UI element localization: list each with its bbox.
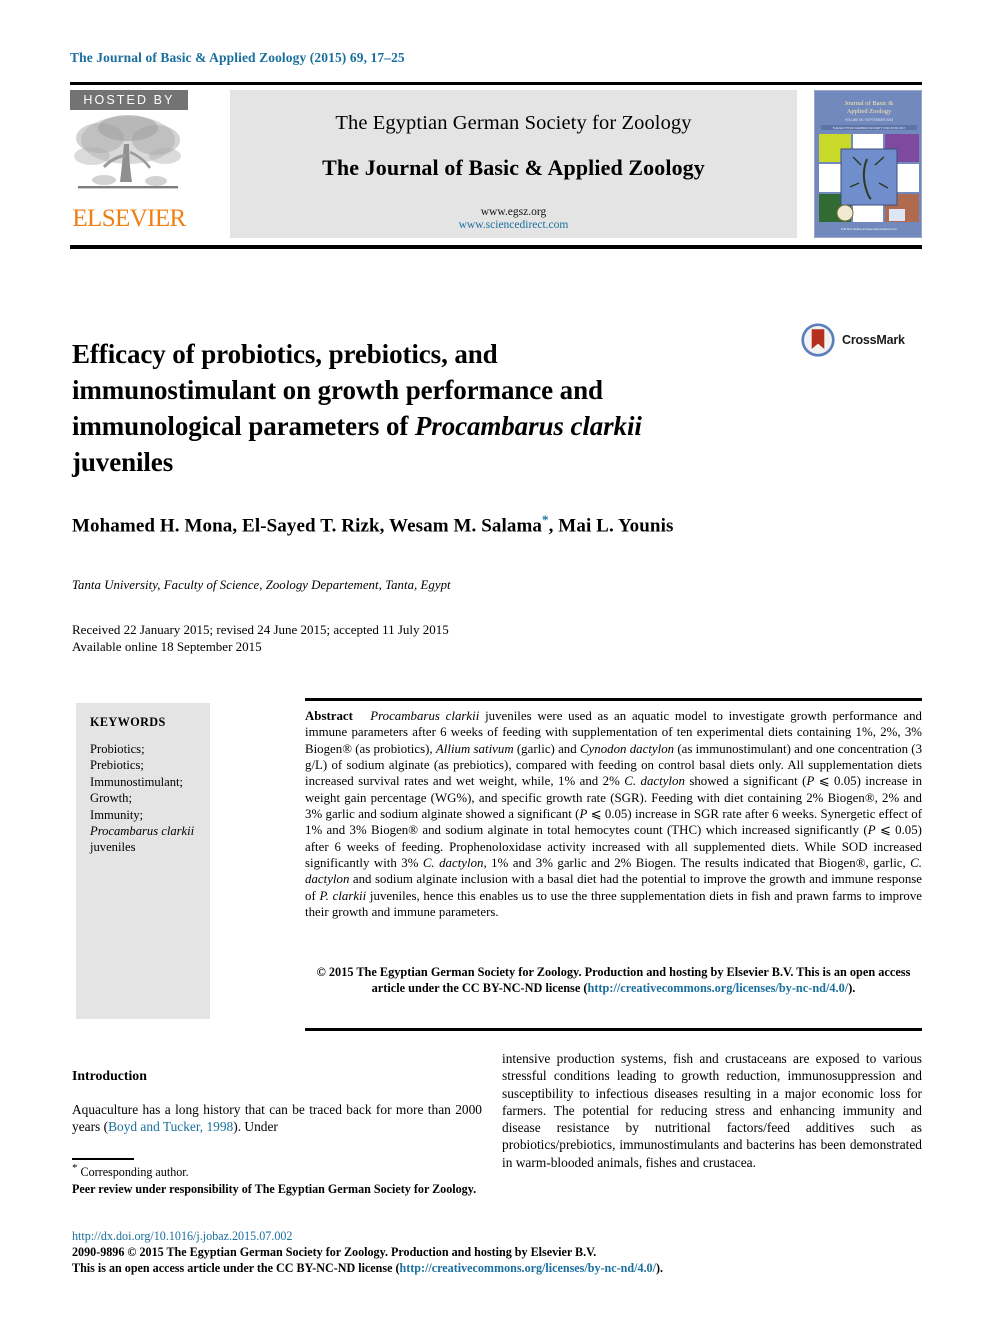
abstract-seg-d: showed a significant (: [684, 774, 807, 789]
title-line-1: Efficacy of probiotics, prebiotics, and: [72, 339, 498, 370]
abstract-seg-j: juveniles, hence this enables us to use …: [305, 888, 922, 920]
article-dates: Received 22 January 2015; revised 24 Jun…: [72, 622, 912, 655]
page-footer: http://dx.doi.org/10.1016/j.jobaz.2015.0…: [72, 1228, 922, 1277]
abstract-species-4: C. dactylon: [624, 774, 685, 789]
keyword-item: Procambarus clarkii juveniles: [90, 823, 196, 856]
abstract-pvalue-3: P: [867, 823, 876, 838]
svg-text:Journal of Basic &: Journal of Basic &: [845, 100, 894, 107]
journal-cover-thumbnail: Journal of Basic & Applied Zoology VOLUM…: [814, 90, 922, 238]
svg-text:Full Text Online at www.scienc: Full Text Online at www.sciencedirect.co…: [841, 227, 897, 231]
footer-license-text: This is an open access article under the…: [72, 1261, 400, 1276]
keyword-item: Prebiotics;: [90, 758, 144, 773]
footnote-rule: [72, 1158, 134, 1160]
keyword-species: Procambarus clarkii: [90, 824, 195, 839]
svg-text:THE EGYPTIAN GERMAN SOCIETY FO: THE EGYPTIAN GERMAN SOCIETY FOR ZOOLOGY: [833, 126, 906, 130]
keyword-item: Probiotics;: [90, 742, 145, 756]
title-line-2: immunostimulant on growth performance an…: [72, 375, 603, 406]
citation-link[interactable]: Boyd and Tucker, 1998: [108, 1119, 233, 1134]
intro-left-column: Introduction Aquaculture has a long hist…: [72, 1068, 482, 1136]
footnote-block: * Corresponding author. Peer review unde…: [72, 1161, 484, 1197]
title-line-4: juveniles: [72, 447, 174, 478]
masthead: HOSTED BY ELSEVIER The Egyptian German S…: [70, 90, 922, 240]
keywords-box: KEYWORDS Probiotics; Prebiotics; Immunos…: [76, 703, 210, 1019]
intro-paragraph-left: Aquaculture has a long history that can …: [72, 1101, 482, 1136]
abstract-species-1: Procambarus clarkii: [370, 709, 480, 723]
journal-title: The Journal of Basic & Applied Zoology: [322, 155, 705, 180]
keyword-suffix: juveniles: [90, 840, 136, 855]
section-heading-introduction: Introduction: [72, 1068, 147, 1083]
rule-top: [70, 82, 922, 85]
footnote-corresponding-text: Corresponding author.: [77, 1165, 189, 1180]
crossmark-icon: [801, 323, 835, 357]
abstract-seg-h: , 1% and 3% garlic and 2% Biogen. The re…: [483, 856, 911, 871]
abstract-rule-top: [305, 698, 922, 701]
journal-banner: The Egyptian German Society for Zoology …: [230, 90, 797, 238]
footnote-corresponding: * Corresponding author.: [72, 1161, 484, 1180]
crossmark-badge[interactable]: CrossMark: [800, 322, 920, 364]
received-date: Received 22 January 2015; revised 24 Jun…: [72, 622, 449, 637]
abstract-copyright: © 2015 The Egyptian German Society for Z…: [305, 965, 922, 996]
hosted-by-block: HOSTED BY ELSEVIER: [70, 90, 194, 240]
hosted-by-badge: HOSTED BY: [70, 90, 188, 110]
abstract-seg-b: (garlic) and: [513, 741, 580, 756]
abstract-species-5: C. dactylon: [422, 856, 484, 871]
intro-right-column: intensive production systems, fish and c…: [502, 1051, 922, 1170]
page-title: Efficacy of probiotics, prebiotics, and …: [72, 336, 732, 480]
authors-names: Mohamed H. Mona, El-Sayed T. Rizk, Wesam…: [72, 515, 542, 537]
society-name: The Egyptian German Society for Zoology: [335, 112, 692, 134]
available-online-date: Available online 18 September 2015: [72, 638, 262, 654]
footnote-peer-review: Peer review under responsibility of The …: [72, 1182, 477, 1197]
abstract-rule-bottom: [305, 1028, 922, 1031]
elsevier-tree-icon: [70, 110, 188, 205]
elsevier-wordmark: ELSEVIER: [72, 205, 186, 232]
intro-text-b: ). Under: [233, 1119, 278, 1135]
cc-license-link[interactable]: http://creativecommons.org/licenses/by-n…: [587, 981, 848, 995]
author-list: Mohamed H. Mona, El-Sayed T. Rizk, Wesam…: [72, 512, 912, 537]
footer-license-text-tail: ).: [655, 1261, 664, 1276]
affiliation: Tanta University, Faculty of Science, Zo…: [72, 578, 451, 592]
authors-names-tail: , Mai L. Younis: [548, 515, 674, 537]
footer-license-line: This is an open access article under the…: [72, 1260, 922, 1276]
sciencedirect-url[interactable]: www.sciencedirect.com: [230, 218, 797, 231]
keywords-heading: KEYWORDS: [90, 715, 166, 729]
society-url[interactable]: www.egsz.org: [230, 181, 797, 218]
title-species-name: Procambarus clarkii: [414, 411, 642, 442]
crossmark-label: CrossMark: [842, 333, 905, 347]
abstract-text: Abstract Procambarus clarkii juveniles w…: [305, 708, 922, 920]
abstract-species-7: P. clarkii: [319, 888, 367, 903]
footer-cc-license-link[interactable]: http://creativecommons.org/licenses/by-n…: [400, 1261, 656, 1275]
keyword-item: Growth;: [90, 791, 132, 806]
svg-text:VOLUME 69 / SEPTEMBER 2015: VOLUME 69 / SEPTEMBER 2015: [845, 118, 893, 122]
copyright-text-tail: ).: [848, 980, 856, 995]
keyword-item: Immunostimulant;: [90, 774, 184, 789]
abstract-label: Abstract: [305, 709, 353, 723]
abstract-species-2: Allium sativum: [435, 741, 514, 756]
rule-masthead-bottom: [70, 245, 922, 249]
svg-text:Applied Zoology: Applied Zoology: [847, 108, 892, 115]
keywords-list: Probiotics; Prebiotics; Immunostimulant;…: [90, 741, 196, 856]
article-first-page: The Journal of Basic & Applied Zoology (…: [0, 0, 992, 1323]
footer-issn-copyright: 2090-9896 © 2015 The Egyptian German Soc…: [72, 1245, 597, 1260]
corresponding-author-marker[interactable]: *: [542, 512, 549, 527]
doi-link[interactable]: http://dx.doi.org/10.1016/j.jobaz.2015.0…: [72, 1228, 922, 1244]
running-head: The Journal of Basic & Applied Zoology (…: [70, 50, 405, 65]
abstract-species-3: Cynodon dactylon: [579, 741, 675, 756]
title-line-3-prefix: immunological parameters of: [72, 411, 415, 442]
keyword-item: Immunity;: [90, 807, 144, 822]
